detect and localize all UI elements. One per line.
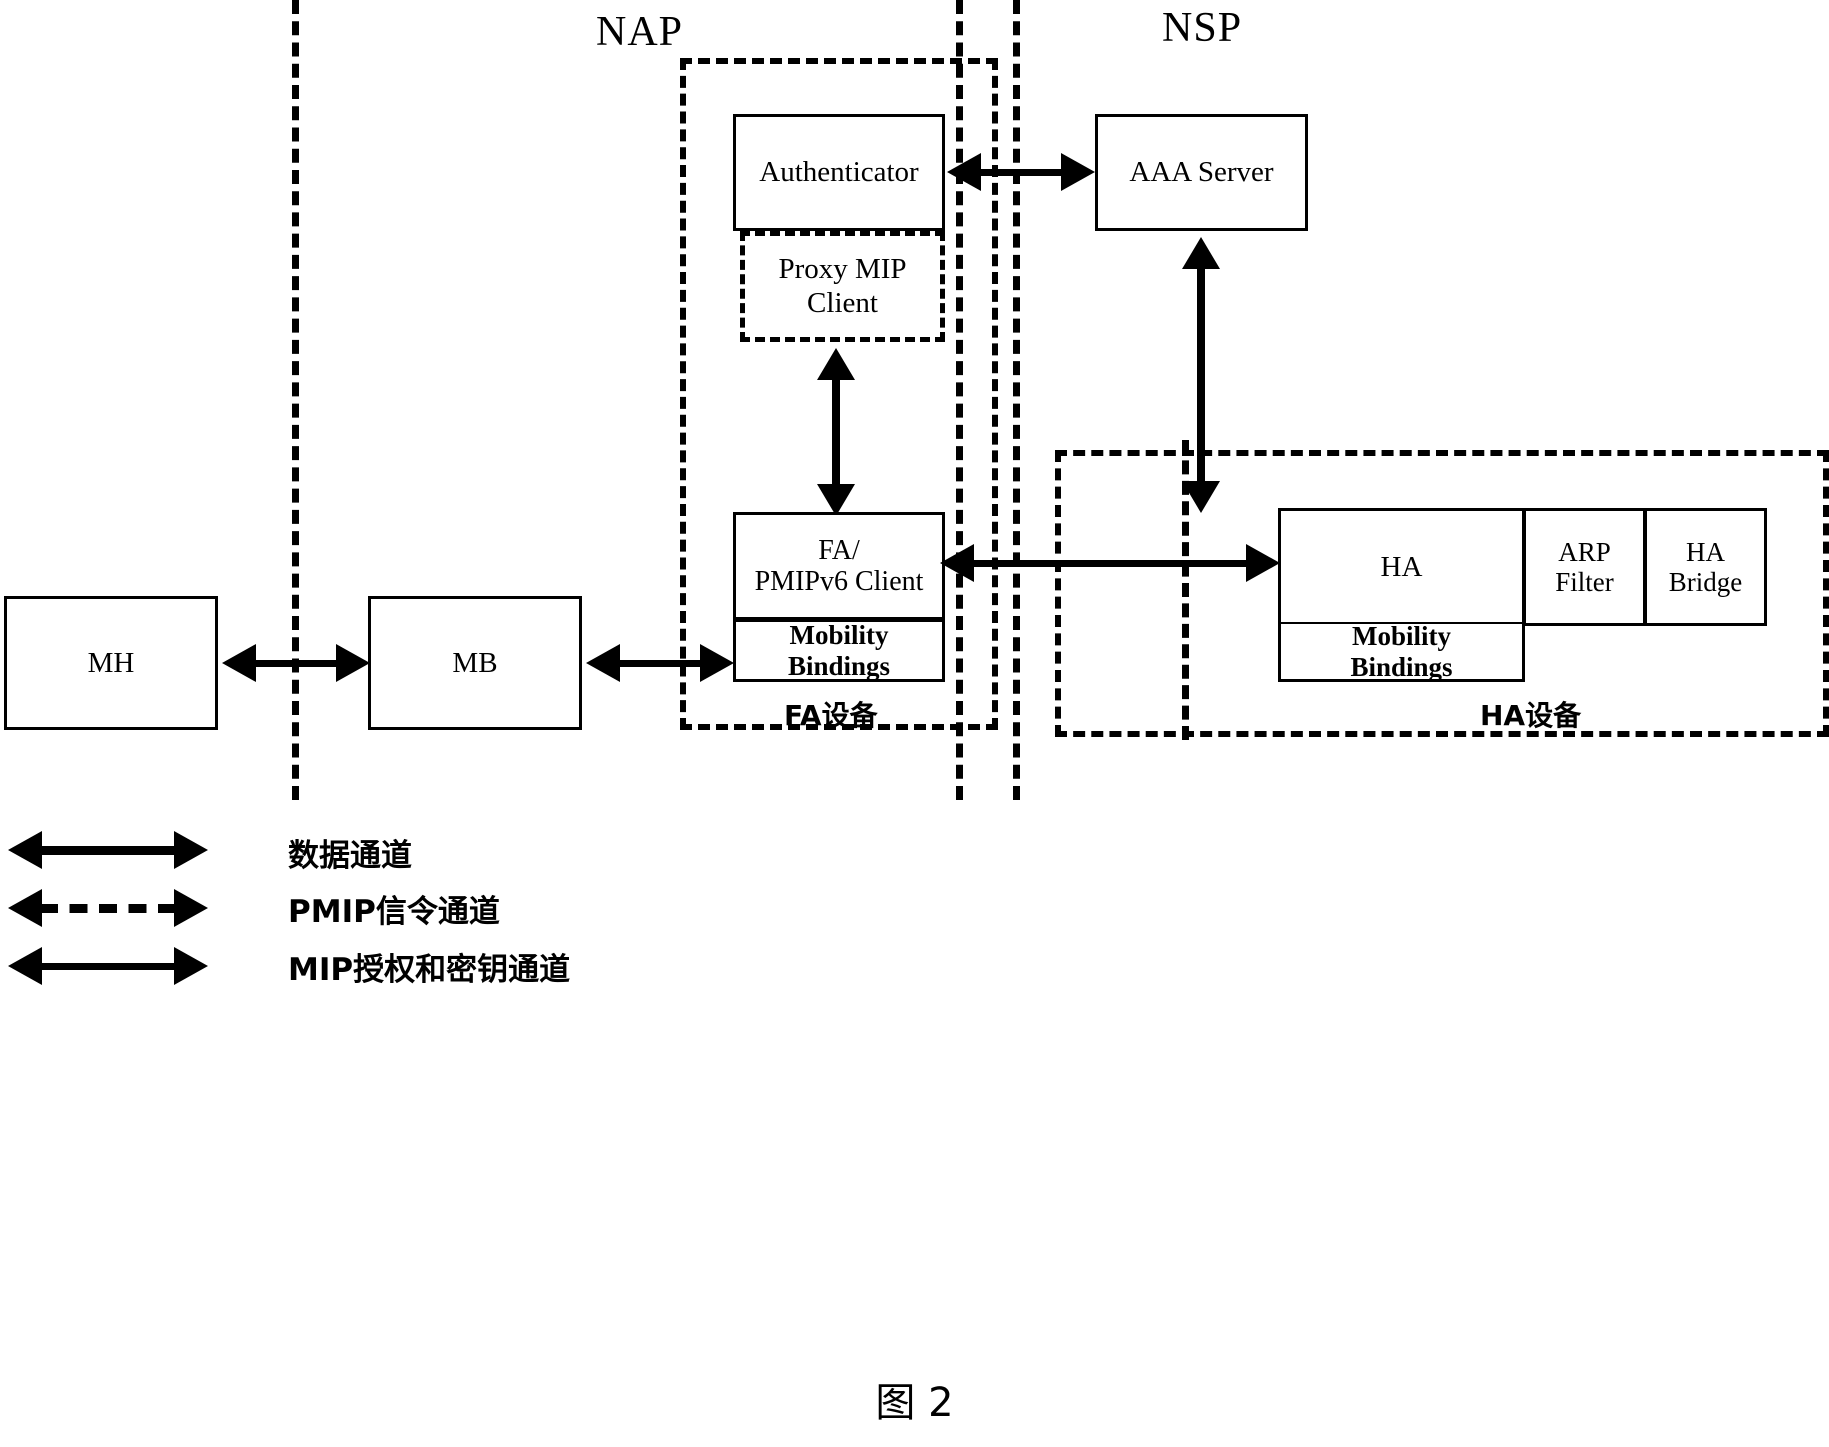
arrowhead-left-icon — [8, 831, 42, 869]
node-proxy-mip-client-label: Proxy MIP Client — [778, 253, 907, 319]
vertical-separator-left — [292, 0, 299, 800]
arrow-shaft-dashed — [40, 904, 176, 913]
node-fa-mobility-bindings-label: Mobility Bindings — [787, 620, 891, 681]
arrow-shaft — [38, 846, 178, 855]
node-aaa-server[interactable]: AAA Server — [1095, 114, 1308, 231]
arrowhead-left-icon — [586, 644, 620, 682]
arrow-shaft — [832, 376, 840, 488]
node-ha-label: HA — [1380, 550, 1423, 583]
arrowhead-right-icon — [174, 947, 208, 985]
node-fa-mobility-bindings[interactable]: Mobility Bindings — [733, 620, 945, 682]
legend-label-0: 数据通道 — [288, 838, 412, 874]
node-arp-filter-label: ARP Filter — [1555, 536, 1614, 597]
node-ha-mobility-bindings[interactable]: Mobility Bindings — [1278, 621, 1525, 682]
arrow-shaft — [252, 660, 340, 667]
arrowhead-left-icon — [8, 889, 42, 927]
arrowhead-right-icon — [1061, 153, 1095, 191]
arrowhead-right-icon — [174, 831, 208, 869]
arrow-shaft — [1197, 265, 1205, 485]
region-label-nsp: NSP — [1162, 5, 1243, 51]
vertical-separator-mid — [1013, 0, 1020, 800]
figure-caption: 图 2 — [875, 1380, 954, 1426]
arrow-shaft — [38, 963, 178, 970]
arrowhead-left-icon — [947, 153, 981, 191]
vertical-separator-nap-edge — [956, 0, 963, 800]
arrow-shaft — [977, 169, 1065, 176]
legend-item-1: PMIP信令通道 — [6, 878, 706, 938]
label-fa-device: FA设备 — [784, 699, 878, 732]
node-proxy-mip-client[interactable]: Proxy MIP Client — [740, 231, 945, 342]
node-fa-label: FA/ PMIPv6 Client — [754, 534, 924, 597]
node-mb[interactable]: MB — [368, 596, 582, 730]
legend-item-2: MIP授权和密钥通道 — [6, 936, 766, 996]
legend-label-2: MIP授权和密钥通道 — [288, 952, 571, 988]
node-arp-filter[interactable]: ARP Filter — [1523, 508, 1646, 626]
figure-canvas: NAP NSP Authenticator Proxy MIP Client A… — [0, 0, 1829, 1447]
node-authenticator-label: Authenticator — [759, 156, 919, 189]
arrowhead-right-icon — [174, 889, 208, 927]
arrowhead-left-icon — [8, 947, 42, 985]
node-authenticator[interactable]: Authenticator — [733, 114, 945, 231]
arrowhead-right-icon — [336, 644, 370, 682]
vertical-separator-nsp-edge — [1182, 440, 1189, 740]
legend-label-1: PMIP信令通道 — [288, 894, 500, 930]
arrow-shaft — [970, 560, 1250, 567]
node-ha-mobility-bindings-label: Mobility Bindings — [1350, 621, 1453, 682]
node-ha[interactable]: HA — [1278, 508, 1525, 626]
node-ha-bridge[interactable]: HA Bridge — [1644, 508, 1767, 626]
arrowhead-left-icon — [222, 644, 256, 682]
node-ha-bridge-label: HA Bridge — [1668, 536, 1743, 597]
region-label-nap: NAP — [596, 9, 684, 55]
node-aaa-server-label: AAA Server — [1129, 156, 1274, 189]
arrow-shaft — [616, 660, 704, 667]
node-mh[interactable]: MH — [4, 596, 218, 730]
node-fa-pmipv6-client[interactable]: FA/ PMIPv6 Client — [733, 512, 945, 620]
arrowhead-right-icon — [700, 644, 734, 682]
node-mh-label: MH — [87, 646, 135, 679]
arrowhead-right-icon — [1246, 544, 1280, 582]
legend-item-0: 数据通道 — [6, 820, 706, 880]
node-mb-label: MB — [452, 646, 498, 679]
label-ha-device: HA设备 — [1480, 699, 1582, 732]
